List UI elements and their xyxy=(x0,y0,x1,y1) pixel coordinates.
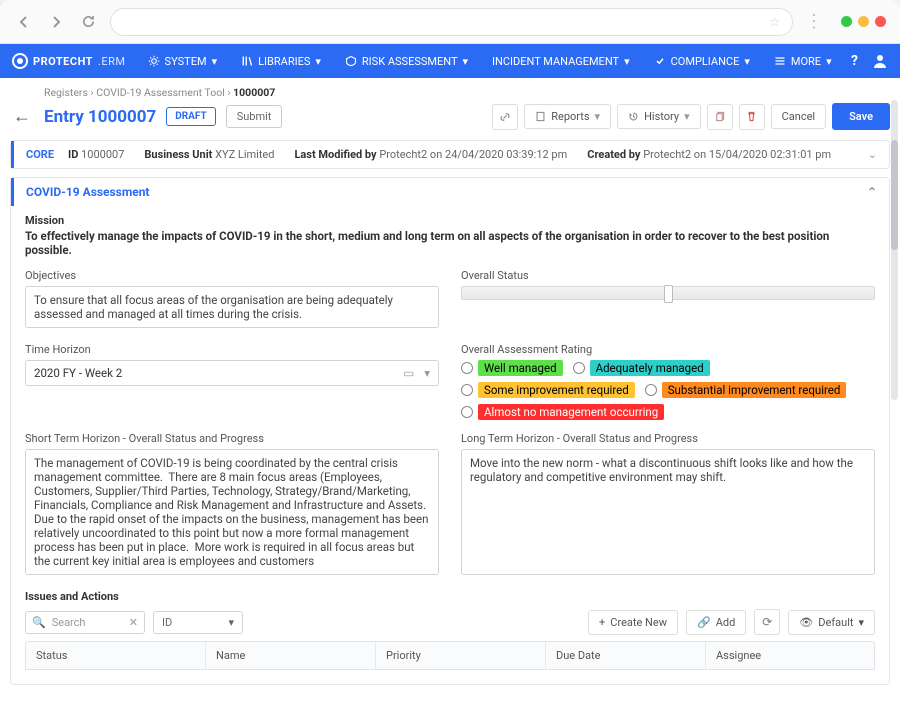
core-header[interactable]: CORE ID 1000007 Business Unit XYZ Limite… xyxy=(11,141,889,168)
window-close-icon xyxy=(875,16,886,27)
nav-compliance[interactable]: COMPLIANCE▾ xyxy=(644,44,760,78)
plus-icon: + xyxy=(599,616,605,629)
refresh-icon[interactable]: ⟳ xyxy=(754,609,780,635)
browser-menu-icon[interactable]: ⋮ xyxy=(805,11,821,32)
url-bar[interactable]: ☆ xyxy=(110,8,793,36)
slider-thumb[interactable] xyxy=(664,285,673,303)
window-max-icon xyxy=(858,16,869,27)
chevron-down-icon: ▾ xyxy=(595,110,601,123)
collapse-icon[interactable]: ⌄ xyxy=(868,148,877,161)
chevron-down-icon: ▾ xyxy=(212,55,218,68)
breadcrumb: Registers › COVID-19 Assessment Tool › 1… xyxy=(10,78,890,101)
nav-more[interactable]: MORE▾ xyxy=(764,44,842,78)
long-label: Long Term Horizon - Overall Status and P… xyxy=(461,432,875,445)
page-title: Entry 1000007 xyxy=(44,107,156,127)
chevron-down-icon[interactable]: ▾ xyxy=(424,366,430,380)
delete-icon[interactable] xyxy=(739,104,765,130)
nav-incident[interactable]: INCIDENT MANAGEMENT▾ xyxy=(482,44,640,78)
brand-sub: .ERM xyxy=(98,55,126,68)
save-button[interactable]: Save xyxy=(832,103,890,130)
assessment-header[interactable]: COVID-19 Assessment ⌃ xyxy=(11,178,889,206)
browser-reload[interactable] xyxy=(78,12,98,32)
issues-heading: Issues and Actions xyxy=(25,590,875,603)
objectives-label: Objectives xyxy=(25,269,439,282)
chevron-down-icon: ▾ xyxy=(315,55,321,68)
collapse-icon[interactable]: ⌃ xyxy=(867,185,877,199)
nav-system[interactable]: SYSTEM▾ xyxy=(138,44,228,78)
time-select[interactable]: 2020 FY - Week 2 ▭▾ xyxy=(25,360,439,386)
help-icon[interactable]: ? xyxy=(851,53,858,69)
rating-adequately-managed[interactable]: Adequately managed xyxy=(573,360,710,376)
chevron-down-icon: ▾ xyxy=(744,55,750,68)
mission-label: Mission xyxy=(25,214,875,227)
add-button[interactable]: 🔗Add xyxy=(686,610,746,635)
rating-well-managed[interactable]: Well managed xyxy=(461,360,563,376)
submit-button[interactable]: Submit xyxy=(226,105,283,128)
star-icon[interactable]: ☆ xyxy=(769,15,780,29)
create-new-button[interactable]: +Create New xyxy=(588,610,678,635)
window-min-icon xyxy=(841,16,852,27)
binoculars-icon: 👁 xyxy=(799,616,813,629)
brand-logo[interactable]: PROTECHT .ERM xyxy=(12,53,126,69)
default-button[interactable]: 👁Default▾ xyxy=(788,610,875,635)
search-icon: 🔍 xyxy=(32,616,46,629)
short-term-input[interactable] xyxy=(25,449,439,575)
clear-icon[interactable]: ✕ xyxy=(129,616,138,629)
clear-icon[interactable]: ▭ xyxy=(403,366,414,380)
chevron-down-icon: ▾ xyxy=(624,55,630,68)
reports-button[interactable]: Reports▾ xyxy=(524,104,611,129)
col-priority[interactable]: Priority xyxy=(376,642,546,669)
col-assignee[interactable]: Assignee xyxy=(706,642,874,669)
nav-risk[interactable]: RISK ASSESSMENT▾ xyxy=(335,44,478,78)
draft-badge: DRAFT xyxy=(166,107,215,126)
scrollbar[interactable] xyxy=(891,100,898,400)
status-slider[interactable] xyxy=(461,286,875,300)
objectives-input[interactable] xyxy=(25,286,439,328)
mission-text: To effectively manage the impacts of COV… xyxy=(25,229,875,257)
col-status[interactable]: Status xyxy=(26,642,206,669)
rating-substantial-improvement[interactable]: Substantial improvement required xyxy=(645,382,847,398)
rating-label: Overall Assessment Rating xyxy=(461,343,875,356)
short-label: Short Term Horizon - Overall Status and … xyxy=(25,432,439,445)
brand-icon xyxy=(12,53,28,69)
status-label: Overall Status xyxy=(461,269,875,282)
issues-search[interactable]: 🔍Search✕ xyxy=(25,611,145,634)
chevron-down-icon: ▾ xyxy=(826,55,832,68)
rating-some-improvement[interactable]: Some improvement required xyxy=(461,382,635,398)
brand-name: PROTECHT xyxy=(33,55,93,68)
link-icon[interactable] xyxy=(492,104,518,130)
col-due[interactable]: Due Date xyxy=(546,642,706,669)
copy-icon[interactable] xyxy=(707,104,733,130)
long-term-input[interactable] xyxy=(461,449,875,575)
issues-table-header: Status Name Priority Due Date Assignee xyxy=(25,641,875,670)
col-name[interactable]: Name xyxy=(206,642,376,669)
rating-no-management[interactable]: Almost no management occurring xyxy=(461,404,664,420)
chevron-down-icon: ▾ xyxy=(858,616,864,629)
link-icon: 🔗 xyxy=(697,616,711,629)
chevron-down-icon: ▾ xyxy=(463,55,469,68)
nav-libraries[interactable]: LIBRARIES▾ xyxy=(231,44,331,78)
history-button[interactable]: History▾ xyxy=(617,104,701,129)
scroll-thumb[interactable] xyxy=(891,140,898,250)
chevron-down-icon: ▾ xyxy=(684,110,690,123)
issues-id-select[interactable]: ID▾ xyxy=(153,611,243,634)
chevron-down-icon: ▾ xyxy=(228,616,234,629)
browser-forward[interactable] xyxy=(46,12,66,32)
back-arrow-icon[interactable]: ← xyxy=(10,106,34,127)
cancel-button[interactable]: Cancel xyxy=(771,104,826,129)
time-label: Time Horizon xyxy=(25,343,439,356)
user-icon[interactable] xyxy=(872,53,888,69)
browser-back[interactable] xyxy=(14,12,34,32)
